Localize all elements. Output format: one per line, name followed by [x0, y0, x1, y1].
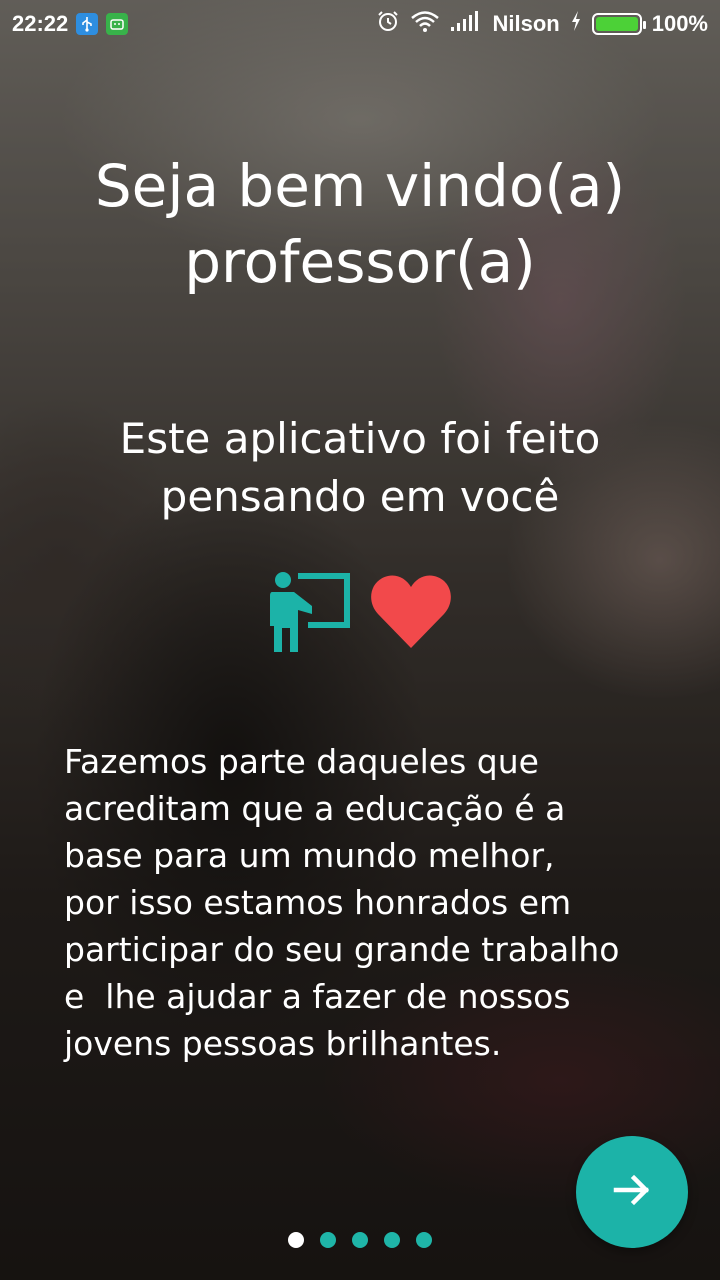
heart-icon: [370, 574, 452, 652]
page-dot-3[interactable]: [352, 1232, 368, 1248]
page-dot-4[interactable]: [384, 1232, 400, 1248]
android-debug-icon: [106, 13, 129, 35]
welcome-subtitle-line-2: pensando em você: [160, 472, 560, 521]
feature-icons: [0, 570, 720, 656]
status-bar-right: Nilson 100%: [376, 9, 708, 39]
signal-icon: [450, 10, 482, 38]
welcome-subtitle: Este aplicativo foi feito pensando em vo…: [40, 410, 680, 526]
welcome-title-line-1: Seja bem vindo(a): [94, 152, 626, 220]
status-bar: 22:22 Nilson 100%: [0, 0, 720, 48]
welcome-title: Seja bem vindo(a) professor(a): [40, 148, 680, 300]
welcome-screen: 22:22 Nilson 100% Seja bem vindo(a) prof…: [0, 0, 720, 1280]
arrow-right-icon: [612, 1170, 652, 1214]
page-dot-1[interactable]: [288, 1232, 304, 1248]
page-dot-2[interactable]: [320, 1232, 336, 1248]
teacher-icon: [268, 570, 354, 656]
battery-percentage: 100%: [651, 11, 708, 36]
usb-icon: [76, 13, 99, 35]
welcome-description: Fazemos parte daqueles que acreditam que…: [64, 742, 620, 1063]
battery-level-fill: [595, 17, 638, 31]
page-indicator: [288, 1232, 432, 1248]
carrier-name: Nilson: [492, 11, 560, 36]
status-bar-left: 22:22: [12, 11, 129, 37]
clock: 22:22: [12, 11, 69, 36]
welcome-title-line-2: professor(a): [184, 228, 536, 296]
battery-icon: [591, 13, 646, 35]
charging-icon: [570, 10, 582, 38]
wifi-icon: [410, 9, 440, 39]
welcome-subtitle-line-1: Este aplicativo foi feito: [119, 414, 601, 463]
alarm-icon: [376, 9, 400, 39]
next-button[interactable]: [576, 1136, 688, 1248]
page-dot-5[interactable]: [416, 1232, 432, 1248]
